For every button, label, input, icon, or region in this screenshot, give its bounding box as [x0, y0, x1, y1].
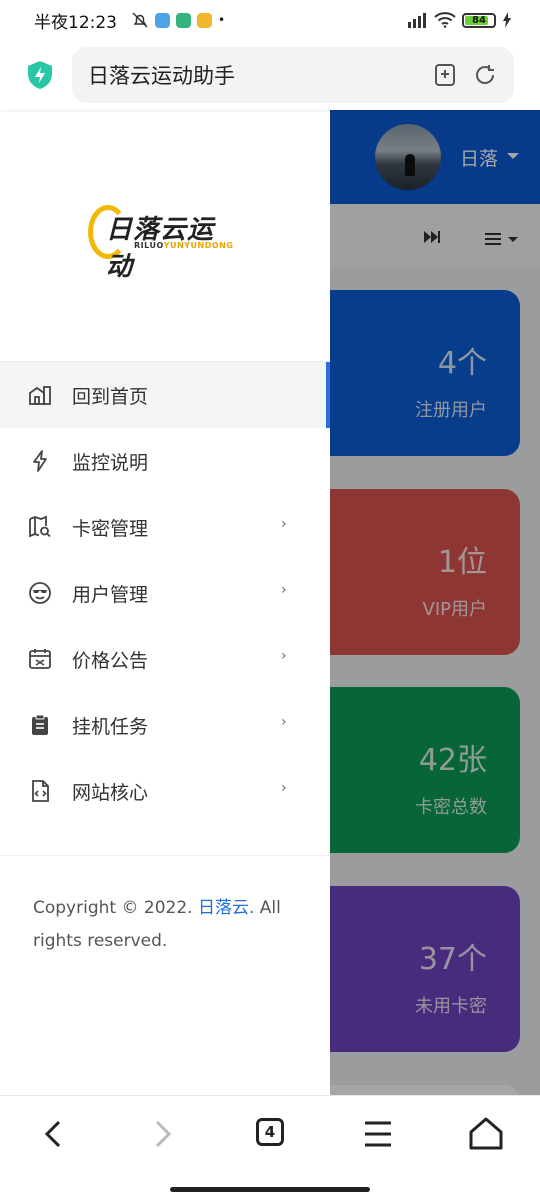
home-icon: [29, 386, 51, 405]
bookmark-add-icon[interactable]: [432, 62, 458, 88]
tabs-button[interactable]: 4: [250, 1114, 290, 1154]
sidebar-item-price-notice[interactable]: 价格公告 ›: [0, 626, 330, 692]
bolt-icon: [33, 450, 47, 472]
browser-bottom-nav: 4: [0, 1095, 540, 1200]
sidebar-item-label: 价格公告: [72, 649, 149, 672]
sidebar-item-label: 网站核心: [72, 781, 149, 804]
chevron-right-icon: ›: [281, 648, 287, 664]
battery-level: 84: [472, 14, 486, 26]
battery-indicator: 84: [462, 12, 496, 28]
app-notification-icon: [176, 12, 191, 28]
sidebar-item-user-management[interactable]: 用户管理 ›: [0, 560, 330, 626]
copyright-footer: Copyright © 2022. 日落云. All rights reserv…: [0, 855, 330, 958]
status-bar: 半夜12:23 • 84: [0, 0, 540, 40]
sidebar-item-site-core[interactable]: 网站核心 ›: [0, 758, 330, 824]
copyright-link[interactable]: 日落云.: [198, 898, 254, 918]
signal-icon: [408, 13, 426, 28]
page-title[interactable]: 日落云运动助手: [88, 60, 418, 90]
chevron-right-icon: ›: [281, 582, 287, 598]
home-indicator[interactable]: [170, 1187, 370, 1192]
sidebar-item-tasks[interactable]: 挂机任务 ›: [0, 692, 330, 758]
sidebar-item-monitor-info[interactable]: 监控说明: [0, 428, 330, 494]
sidebar-item-label: 挂机任务: [72, 715, 149, 738]
sidebar-item-label: 回到首页: [72, 385, 149, 408]
tab-count: 4: [256, 1118, 284, 1146]
refresh-icon[interactable]: [472, 62, 498, 88]
sidebar-drawer: 日落云运动 RILUOYUNYUNDONG 回到首页 监控说明 卡密管理 › 用…: [0, 110, 330, 1095]
app-notification-icon: [155, 12, 170, 28]
sidebar-item-home[interactable]: 回到首页: [0, 362, 330, 428]
copyright-prefix: Copyright © 2022.: [33, 898, 193, 918]
menu-icon[interactable]: [358, 1114, 398, 1154]
site-logo[interactable]: 日落云运动 RILUOYUNYUNDONG: [88, 205, 233, 282]
sidebar-nav: 回到首页 监控说明 卡密管理 › 用户管理 › 价格公告 › 挂机任务 › 网站…: [0, 361, 330, 824]
muted-bell-icon: [132, 12, 148, 28]
more-dot-icon: •: [218, 13, 226, 27]
cool-face-icon: [29, 582, 51, 604]
chevron-right-icon: ›: [281, 516, 287, 532]
browser-address-bar: 日落云运动助手: [0, 40, 540, 110]
sidebar-item-label: 用户管理: [72, 583, 149, 606]
home-icon[interactable]: [466, 1114, 506, 1154]
back-icon[interactable]: [34, 1114, 74, 1154]
sidebar-item-key-management[interactable]: 卡密管理 ›: [0, 494, 330, 560]
app-notification-icon: [197, 12, 212, 28]
shield-icon[interactable]: [26, 60, 54, 90]
map-search-icon: [29, 515, 51, 538]
code-file-icon: [32, 780, 49, 802]
charging-icon: [503, 12, 511, 28]
status-time: 半夜12:23: [34, 12, 117, 33]
sidebar-item-label: 监控说明: [72, 451, 149, 474]
url-field[interactable]: 日落云运动助手: [72, 47, 514, 103]
chevron-right-icon: ›: [281, 780, 287, 796]
sidebar-item-label: 卡密管理: [72, 517, 149, 540]
chevron-right-icon: ›: [281, 714, 287, 730]
clipboard-icon: [32, 714, 48, 735]
calendar-icon: [29, 649, 51, 669]
wifi-icon: [434, 12, 456, 28]
forward-icon[interactable]: [142, 1114, 182, 1154]
